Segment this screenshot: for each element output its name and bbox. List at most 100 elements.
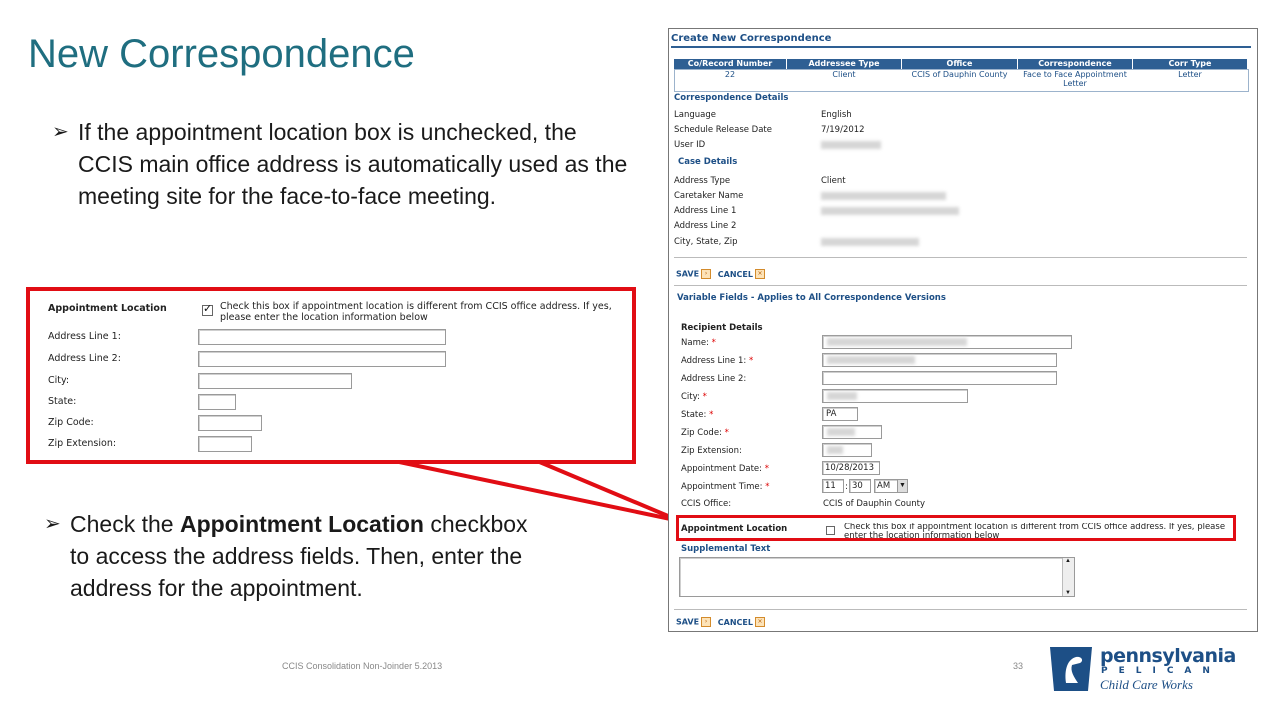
recipient-name-input[interactable]	[822, 335, 1072, 349]
dropdown-arrow-icon[interactable]: ▼	[897, 480, 907, 492]
grid-header-corrtype: Corr Type	[1133, 59, 1247, 69]
recipient-address1-input[interactable]	[822, 353, 1057, 367]
header-rule	[671, 46, 1251, 48]
appointment-date-input[interactable]: 10/28/2013	[822, 461, 880, 475]
inset-city-label: City:	[48, 375, 70, 386]
recipient-zipext-redacted	[827, 446, 843, 454]
inset-address1-label: Address Line 1:	[48, 331, 121, 342]
caretaker-redacted	[821, 192, 946, 200]
inset-zip-label: Zip Code:	[48, 417, 94, 428]
appointment-minute-input[interactable]: 30	[849, 479, 871, 493]
cancel-x-icon[interactable]: ×	[754, 617, 765, 627]
recipient-city-input[interactable]	[822, 389, 968, 403]
textarea-scrollbar[interactable]: ▲ ▼	[1062, 558, 1074, 596]
required-marker: *	[724, 428, 729, 438]
case-address1-label: Address Line 1	[674, 206, 737, 216]
cancel-link-bottom[interactable]: CANCEL	[718, 618, 753, 627]
recipient-state-input[interactable]: PA	[822, 407, 858, 421]
save-link-bottom[interactable]: SAVE	[676, 618, 699, 627]
supplemental-text-heading: Supplemental Text	[681, 544, 771, 554]
appointment-time-label: Appointment Time: *	[681, 482, 769, 492]
cancel-x-icon[interactable]: ×	[754, 269, 765, 279]
language-value: English	[821, 110, 852, 120]
inset-zipext-label: Zip Extension:	[48, 438, 117, 449]
recipient-name-redacted	[827, 338, 967, 346]
language-label: Language	[674, 110, 716, 120]
recipient-address1-redacted	[827, 356, 915, 364]
user-id-label: User ID	[674, 140, 706, 150]
required-marker: *	[748, 356, 754, 366]
checkmark-icon: ✓	[203, 303, 213, 315]
appointment-date-label: Appointment Date: *	[681, 464, 769, 474]
recipient-zip-label: Zip Code: *	[681, 428, 729, 438]
inset-zipext-input[interactable]	[198, 436, 252, 452]
save-cancel-top: SAVE › CANCEL ×	[676, 269, 765, 280]
inset-address2-input[interactable]	[198, 351, 446, 367]
grid-cell-office: CCIS of Dauphin County	[911, 70, 1008, 79]
inset-address1-input[interactable]	[198, 329, 446, 345]
grid-cell-correspondence: Face to Face Appointment Letter	[1023, 70, 1127, 88]
recipient-zip-input[interactable]	[822, 425, 882, 439]
divider	[674, 285, 1247, 286]
appointment-hour-value: 11	[825, 481, 836, 491]
recipient-state-label: State: *	[681, 410, 713, 420]
address-type-label: Address Type	[674, 176, 731, 186]
save-arrow-icon[interactable]: ›	[701, 617, 712, 627]
required-marker: *	[709, 410, 714, 420]
release-date-label: Schedule Release Date	[674, 125, 772, 135]
save-link[interactable]: SAVE	[676, 270, 699, 279]
recipient-address2-input[interactable]	[822, 371, 1057, 385]
appointment-time-label-text: Appointment Time:	[681, 482, 763, 492]
grid-cell-addressee: Client	[832, 70, 856, 79]
recipient-city-redacted	[827, 392, 857, 400]
grid-header-correspondence: Correspondence	[1018, 59, 1132, 69]
inset-appointment-location: Appointment Location ✓ Check this box if…	[26, 287, 636, 464]
time-separator: :	[845, 482, 848, 492]
inset-appointment-checkbox[interactable]: ✓	[202, 303, 213, 316]
grid-cell-corrtype: Letter	[1178, 70, 1202, 79]
inset-appointment-location-label: Appointment Location	[48, 303, 167, 314]
appointment-hour-input[interactable]: 11	[822, 479, 844, 493]
save-cancel-bottom: SAVE › CANCEL ×	[676, 617, 765, 628]
recipient-city-label: City: *	[681, 392, 707, 402]
inset-checkbox-text: Check this box if appointment location i…	[220, 301, 612, 323]
grid-header-addressee: Addressee Type	[787, 59, 901, 69]
user-id-redacted	[821, 141, 881, 149]
case-city-label: City, State, Zip	[674, 237, 738, 247]
supplemental-textarea[interactable]: ▲ ▼	[679, 557, 1075, 597]
recipient-zip-redacted	[827, 428, 855, 436]
case-details-heading: Case Details	[678, 157, 738, 167]
inset-city-input[interactable]	[198, 373, 352, 389]
release-date-value: 7/19/2012	[821, 125, 865, 135]
recipient-zipext-input[interactable]	[822, 443, 872, 457]
keystone-pelican-icon	[1050, 647, 1092, 691]
inset-state-input[interactable]	[198, 394, 236, 410]
address-type-value: Client	[821, 176, 846, 186]
variable-fields-heading: Variable Fields - Applies to All Corresp…	[677, 293, 946, 303]
grid-header-office: Office	[902, 59, 1017, 69]
required-marker: *	[764, 464, 769, 474]
scroll-up-icon[interactable]: ▲	[1065, 558, 1071, 564]
recipient-zipext-label: Zip Extension:	[681, 446, 742, 456]
logo-line1: pennsylvania	[1100, 645, 1236, 667]
recipient-zip-label-text: Zip Code:	[681, 428, 722, 438]
inset-zip-input[interactable]	[198, 415, 262, 431]
ccis-office-label: CCIS Office:	[681, 499, 732, 509]
recipient-state-value: PA	[826, 409, 837, 419]
scroll-down-icon[interactable]: ▼	[1065, 590, 1071, 596]
case-city-redacted	[821, 238, 919, 246]
divider	[674, 609, 1247, 610]
recipient-name-label: Name: *	[681, 338, 716, 348]
screen-header: Create New Correspondence	[671, 33, 832, 44]
logo-line2: PELICAN	[1101, 666, 1221, 676]
recipient-details-heading: Recipient Details	[681, 323, 763, 333]
appointment-ampm-select[interactable]: AM ▼	[874, 479, 908, 493]
appointment-minute-value: 30	[852, 481, 863, 491]
case-address1-redacted	[821, 207, 959, 215]
appointment-location-highlight	[676, 515, 1236, 541]
required-marker: *	[711, 338, 716, 348]
cancel-link[interactable]: CANCEL	[718, 270, 753, 279]
required-marker: *	[765, 482, 770, 492]
ccis-office-value: CCIS of Dauphin County	[823, 499, 926, 509]
save-arrow-icon[interactable]: ›	[701, 269, 712, 279]
